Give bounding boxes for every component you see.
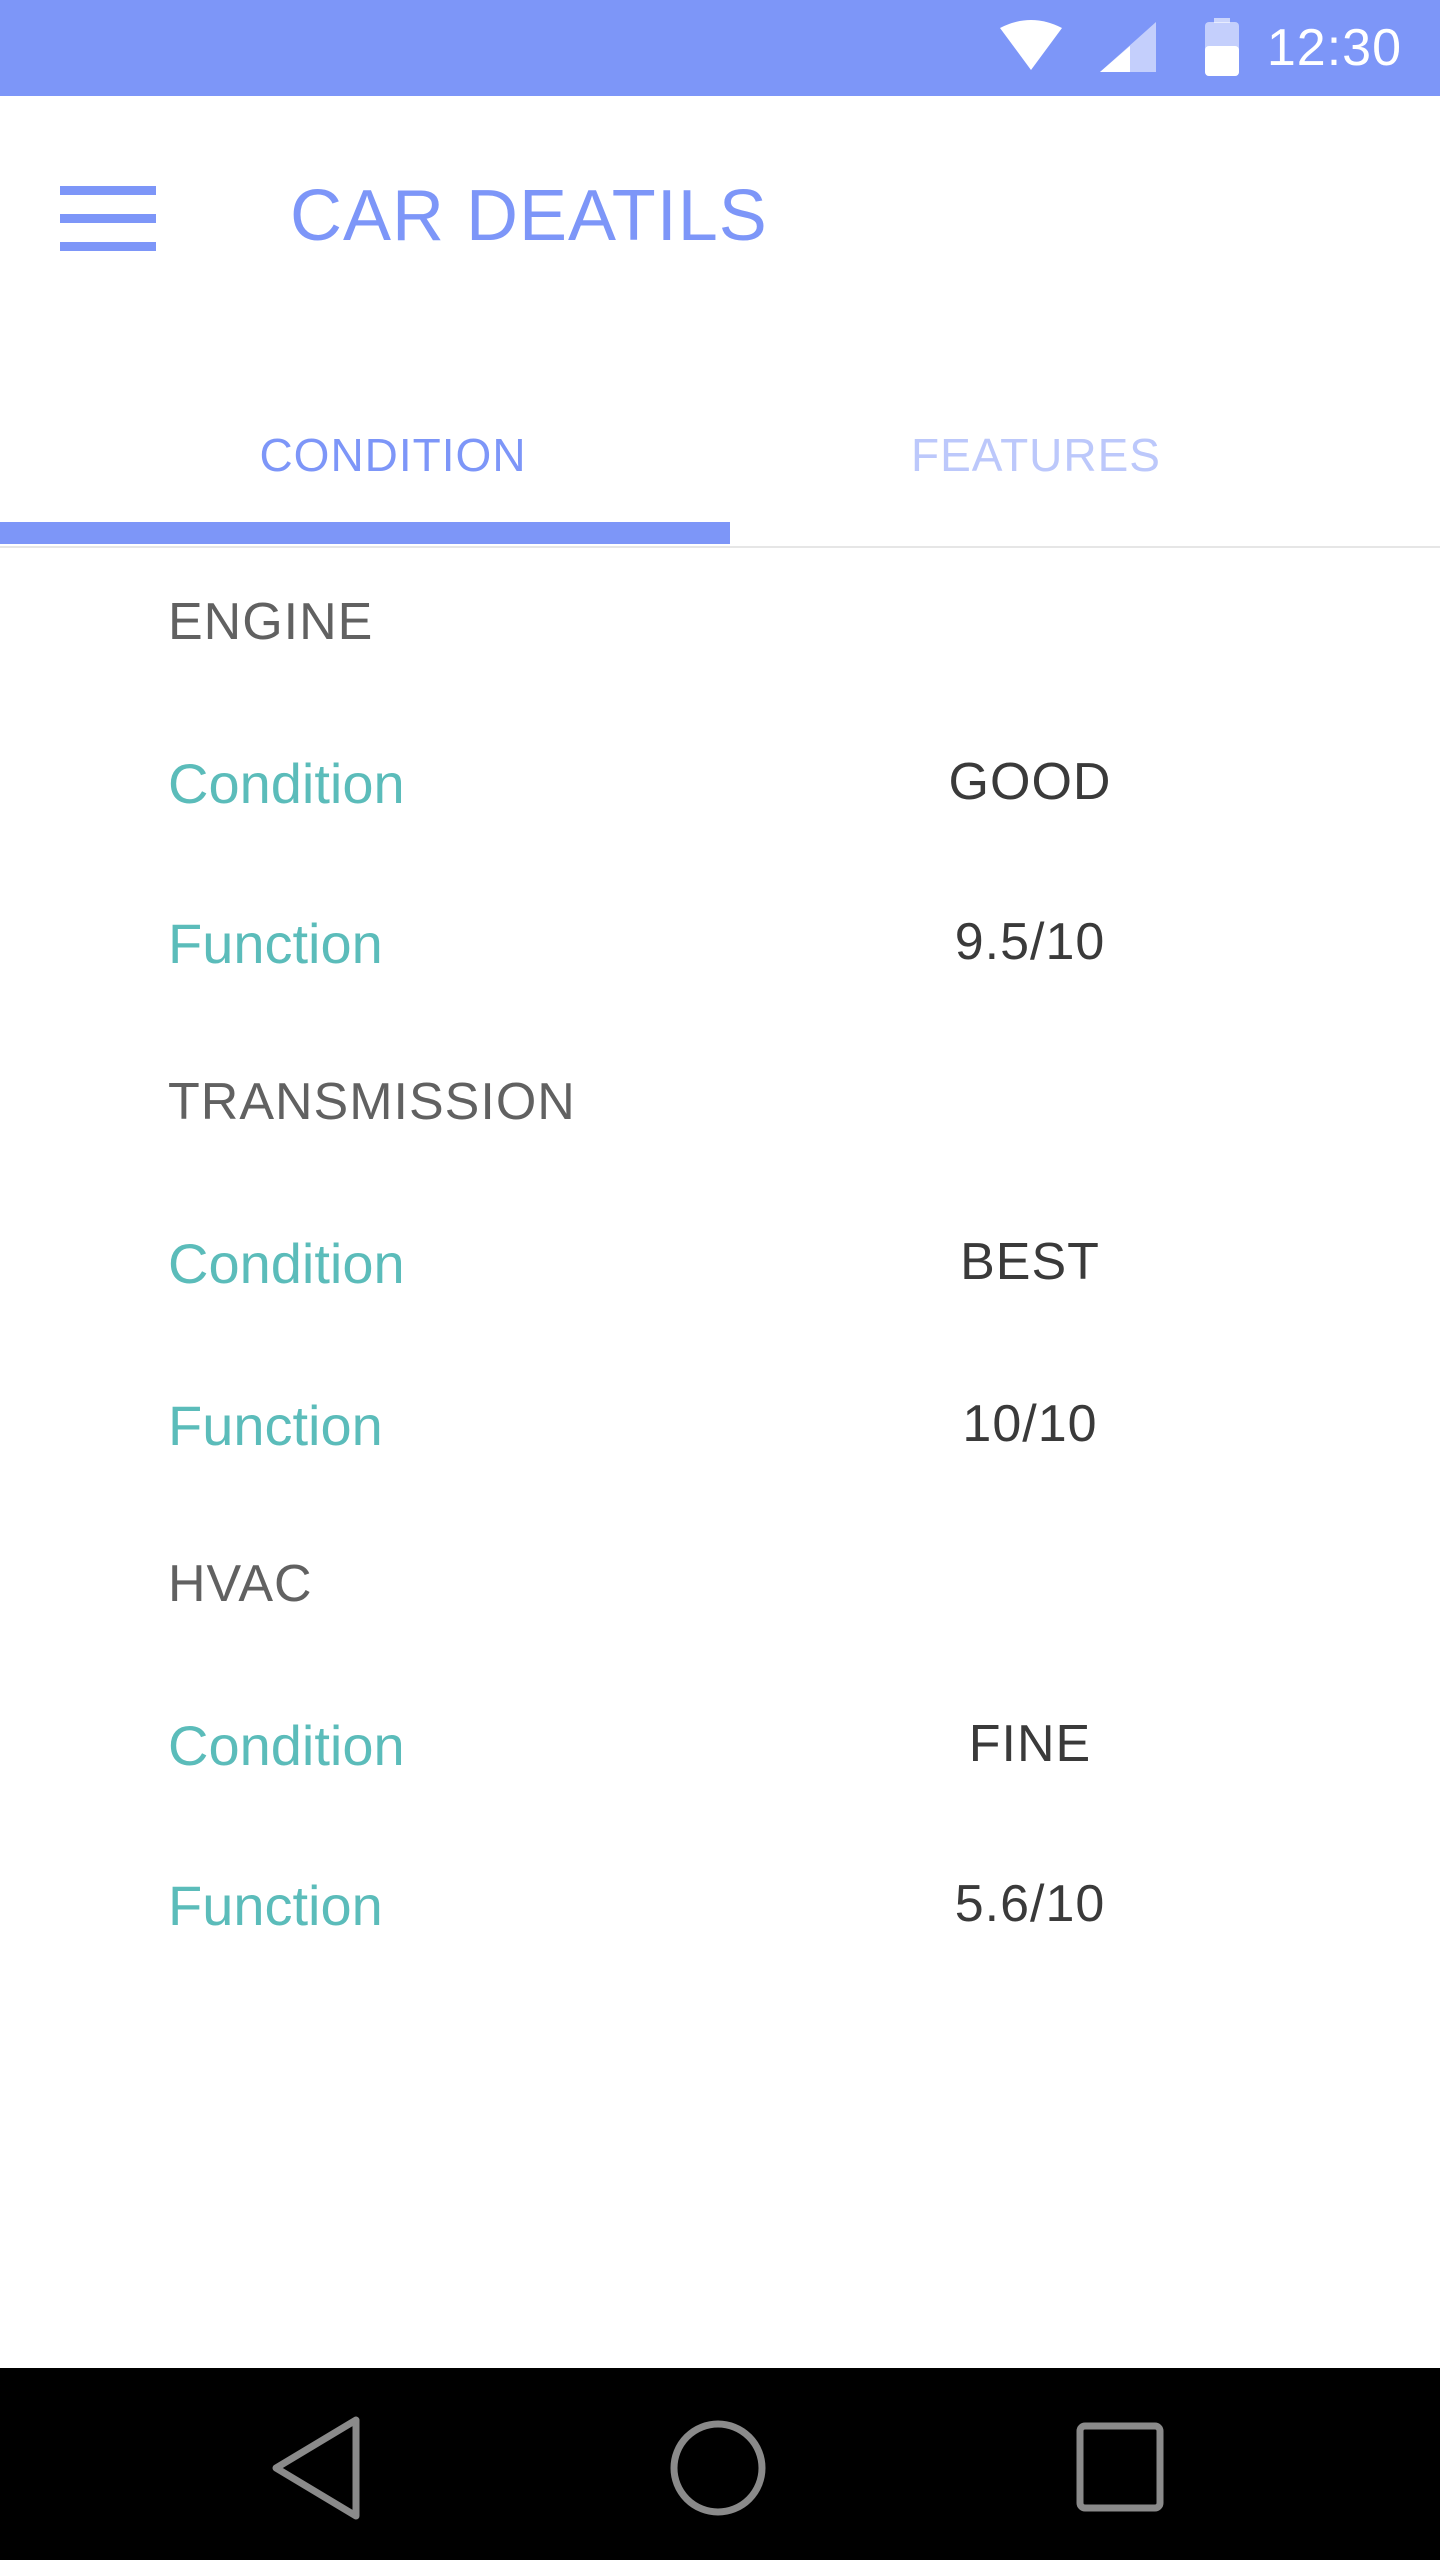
page-title: CAR DEATILS <box>290 176 768 256</box>
transmission-condition-value: BEST <box>960 1233 1100 1291</box>
hvac-function-value: 5.6/10 <box>954 1875 1106 1933</box>
engine-condition-label: Condition <box>168 752 405 815</box>
status-time: 12:30 <box>1266 19 1402 77</box>
section-header-hvac: HVAC <box>168 1555 313 1613</box>
section-header-transmission: TRANSMISSION <box>168 1073 576 1131</box>
engine-function-label: Function <box>168 912 383 975</box>
battery-icon <box>1205 18 1239 76</box>
back-icon[interactable] <box>258 2408 378 2528</box>
app-bar: CAR DEATILS <box>0 96 1440 346</box>
hamburger-menu-icon[interactable] <box>52 174 162 264</box>
screen: 12:30 CAR DEATILS CONDITION FEATURES ENG… <box>0 0 1440 2560</box>
transmission-function-label: Function <box>168 1394 383 1457</box>
engine-function-value: 9.5/10 <box>954 913 1106 971</box>
status-bar: 12:30 <box>0 0 1440 96</box>
tab-indicator <box>0 522 730 544</box>
navigation-bar <box>0 2368 1440 2560</box>
transmission-function-value: 10/10 <box>962 1395 1098 1453</box>
tab-condition[interactable]: CONDITION <box>0 400 786 524</box>
signal-icon <box>1100 22 1156 72</box>
hvac-function-label: Function <box>168 1874 383 1937</box>
wifi-icon <box>1000 20 1062 70</box>
tab-bar: CONDITION FEATURES <box>0 400 1440 548</box>
tab-features[interactable]: FEATURES <box>710 400 1362 524</box>
hvac-condition-label: Condition <box>168 1714 405 1777</box>
home-icon[interactable] <box>658 2408 778 2528</box>
section-header-engine: ENGINE <box>168 593 374 651</box>
transmission-condition-label: Condition <box>168 1232 405 1295</box>
engine-condition-value: GOOD <box>948 753 1112 811</box>
hvac-condition-value: FINE <box>968 1715 1092 1773</box>
recents-icon[interactable] <box>1060 2408 1180 2528</box>
